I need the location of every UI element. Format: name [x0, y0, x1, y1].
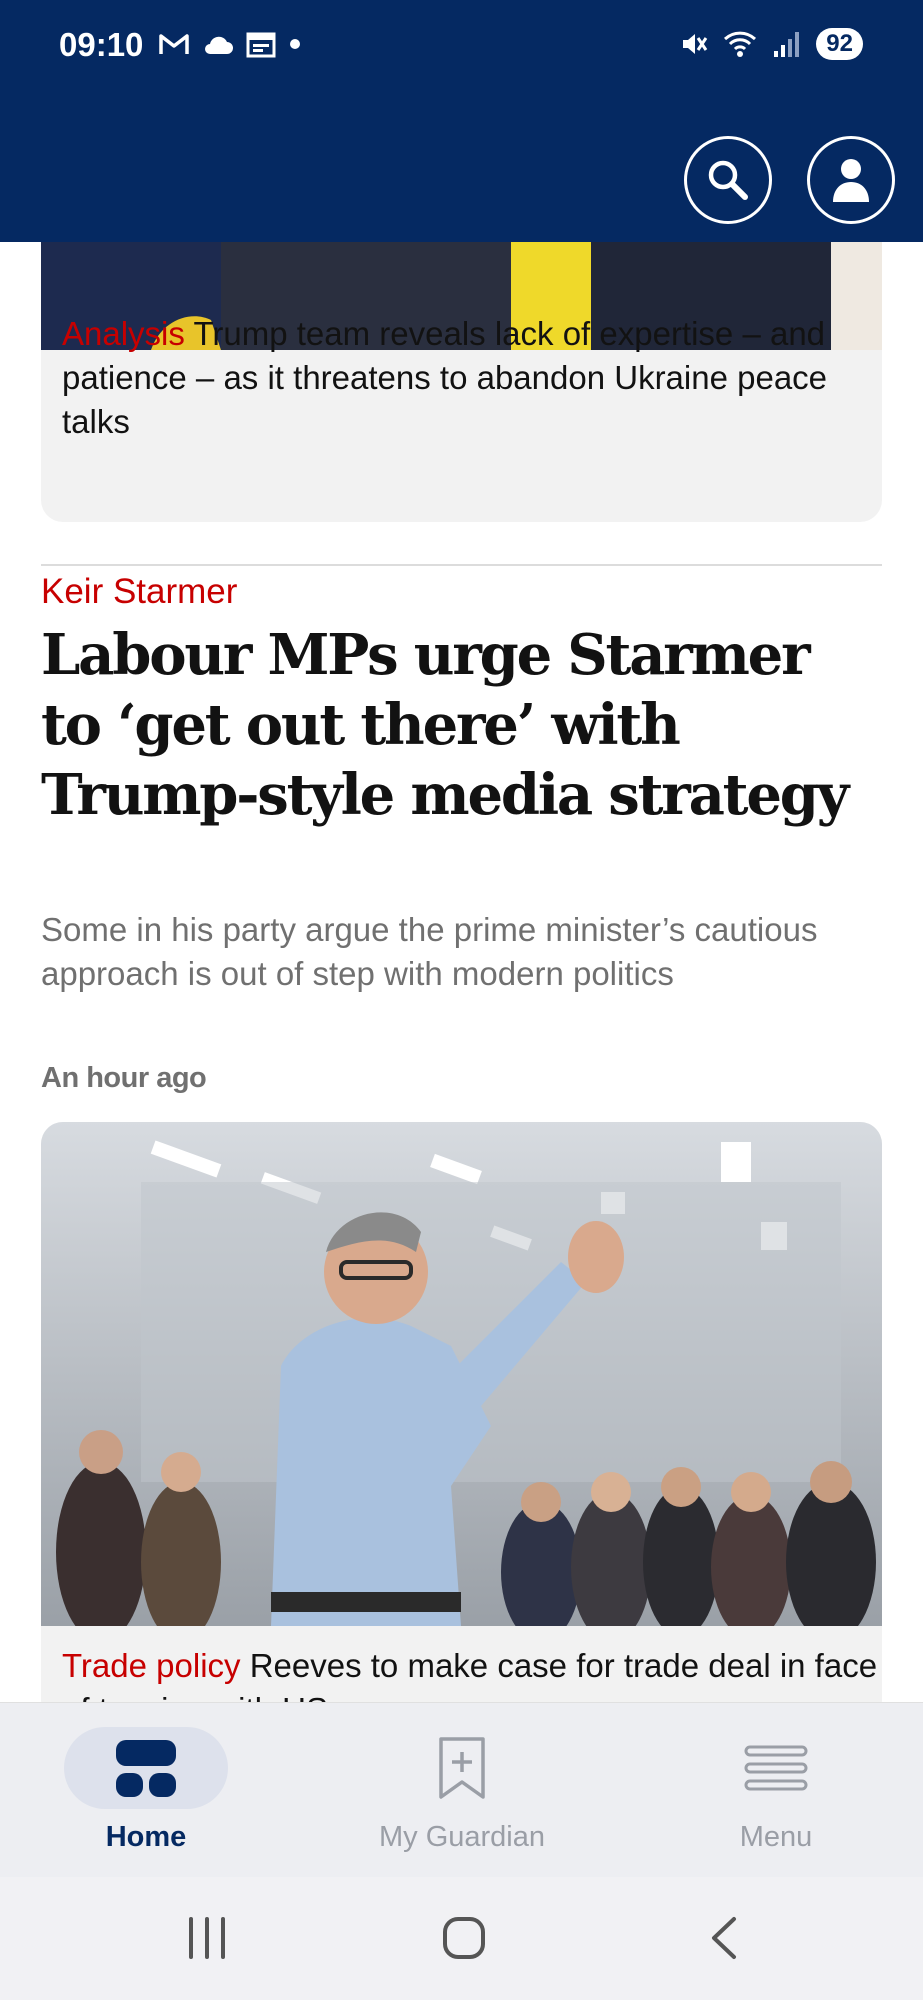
story-card-ukraine[interactable]: Analysis Trump team reveals lack of expe… [41, 242, 882, 522]
calendar-icon [246, 32, 276, 58]
search-icon [708, 160, 748, 200]
search-button[interactable] [684, 136, 772, 224]
wifi-icon [724, 31, 757, 57]
signal-icon [774, 32, 800, 57]
menu-icon [744, 1745, 808, 1791]
nav-menu-pill [694, 1727, 858, 1809]
nav-home[interactable]: Home [36, 1727, 256, 1854]
section-divider [41, 564, 882, 566]
recent-apps-icon[interactable] [186, 1915, 228, 1961]
story-photo-starmer [41, 1122, 882, 1626]
home-grid-icon [116, 1740, 176, 1797]
account-button[interactable] [807, 136, 895, 224]
nav-menu[interactable]: Menu [666, 1727, 886, 1854]
main-timestamp: An hour ago [41, 1062, 207, 1094]
section-kicker-keir-starmer[interactable]: Keir Starmer [41, 572, 237, 612]
status-system-icons: 92 [678, 28, 863, 60]
story-caption-trade: Trade policy Reeves to make case for tra… [62, 1644, 882, 1702]
bottom-navigation: Home My Guardian Menu [0, 1702, 923, 1877]
nav-home-label: Home [105, 1821, 187, 1853]
nav-my-guardian[interactable]: My Guardian [352, 1727, 572, 1854]
main-standfirst: Some in his party argue the prime minist… [41, 911, 818, 992]
cloud-icon [205, 36, 233, 54]
news-feed[interactable]: Analysis Trump team reveals lack of expe… [0, 242, 923, 1702]
battery-level: 92 [816, 28, 863, 60]
nav-my-guardian-pill [380, 1727, 544, 1809]
status-time: 09:10 [59, 26, 144, 63]
main-headline[interactable]: Labour MPs urge Starmer to ‘get out ther… [41, 620, 881, 830]
back-icon[interactable] [706, 1915, 740, 1961]
home-icon[interactable] [441, 1915, 487, 1961]
story-caption-ukraine: Analysis Trump team reveals lack of expe… [62, 312, 862, 444]
story-card-trade[interactable]: Trade policy Reeves to make case for tra… [41, 1122, 882, 1702]
app-header: 09:10 92 [0, 0, 923, 242]
nav-menu-label: Menu [739, 1821, 813, 1853]
status-notification-icons [158, 30, 302, 58]
account-icon [833, 159, 869, 202]
story-kicker: Trade policy [62, 1647, 241, 1684]
gmail-icon [159, 34, 189, 54]
bookmark-plus-icon [439, 1737, 485, 1799]
mute-icon [683, 34, 708, 54]
nav-home-pill [64, 1727, 228, 1809]
system-navigation-bar [0, 1877, 923, 2000]
nav-my-guardian-label: My Guardian [378, 1821, 545, 1853]
story-kicker: Analysis [62, 315, 185, 352]
dot-icon [290, 39, 300, 49]
